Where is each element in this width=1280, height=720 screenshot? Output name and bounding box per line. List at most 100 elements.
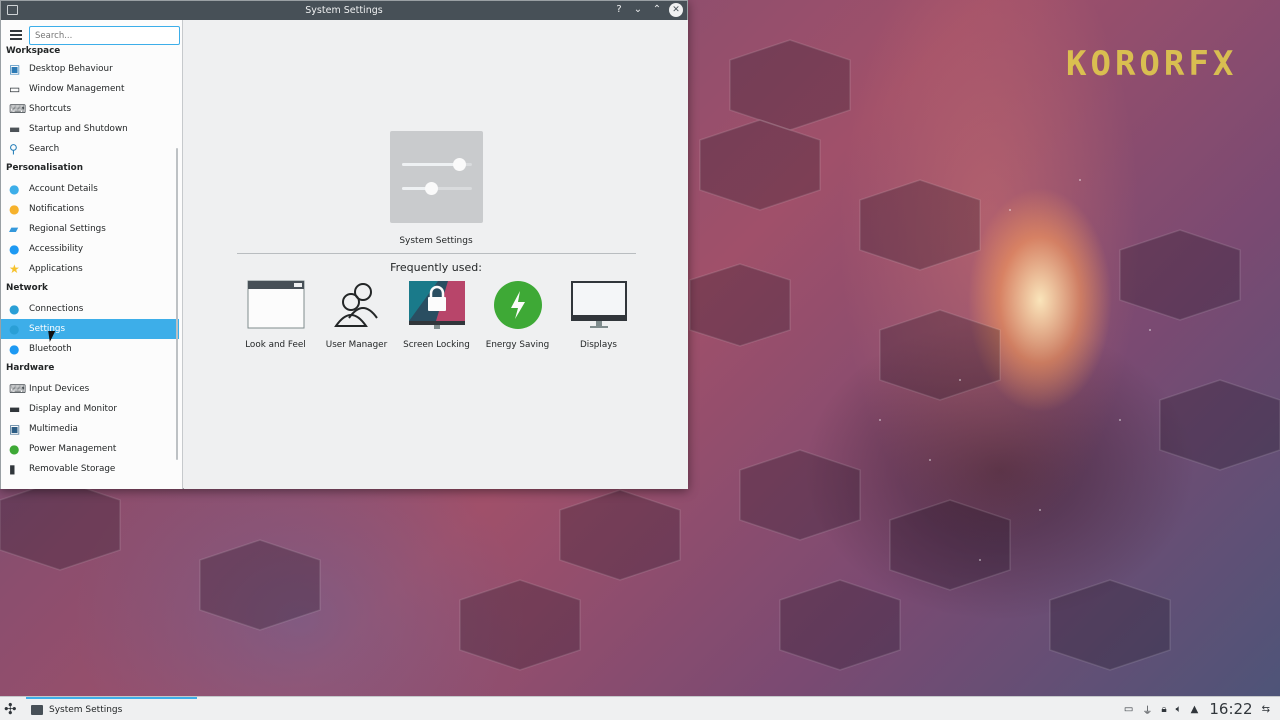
sidebar-item-accessibility[interactable]: ● Accessibility [1,239,179,259]
sidebar-item-label: Settings [29,324,66,334]
mouse-cursor [48,331,57,342]
tile-label: Look and Feel [245,340,306,350]
system-tray: ▭ ⏚ 🔒︎ 🔈︎ ▲ 16:22 ⇆ [1124,700,1270,718]
sidebar-item-search[interactable]: ⚲ Search [1,139,179,159]
main-header-label: System Settings [399,236,473,246]
window-titlebar[interactable]: System Settings ? ⌄ ⌃ ✕ [1,1,687,20]
bluetooth-icon: ● [9,341,20,356]
search-input[interactable] [29,26,180,45]
sidebar-item-regional-settings[interactable]: ▰ Regional Settings [1,219,179,239]
maximize-button[interactable]: ⌃ [650,3,664,17]
wallpaper-logo: KORORFX [1066,44,1238,84]
sidebar-item-label: Startup and Shutdown [29,124,128,134]
flag-icon: ▰ [9,221,19,236]
usb-tray-icon[interactable]: ⏚ [1142,702,1152,717]
display-icon [570,280,628,330]
monitor-icon: ▬ [9,401,21,416]
multimedia-icon: ▣ [9,421,21,436]
taskbar: ✣ System Settings ▭ ⏚ 🔒︎ 🔈︎ ▲ 16:22 ⇆ [0,696,1280,720]
volume-tray-icon[interactable]: 🔈︎ [1176,704,1182,715]
search-icon: ⚲ [9,141,18,156]
sidebar-item-input-devices[interactable]: ⌨ Input Devices [1,379,179,399]
sidebar-item-label: Shortcuts [29,104,72,114]
sidebar-item-multimedia[interactable]: ▣ Multimedia [1,419,179,439]
sidebar-item-label: Accessibility [29,244,84,254]
window-title: System Settings [305,5,383,16]
tile-label: Screen Locking [403,340,470,350]
globe-icon: ● [9,321,20,336]
panel-settings-icon[interactable]: ⇆ [1262,704,1270,715]
system-settings-large-icon [390,131,483,223]
sidebar-item-label: Regional Settings [29,224,106,234]
sidebar-scrollbar[interactable] [176,148,178,460]
task-system-settings[interactable]: System Settings [26,697,197,720]
sidebar: Workspace ▣ Desktop Behaviour ▭ Window Manag… [1,20,183,489]
sidebar-item-bluetooth[interactable]: ● Bluetooth [1,339,179,359]
hamburger-menu-icon[interactable] [10,30,22,43]
user-icon: ● [9,181,20,196]
sidebar-item-label: Window Management [29,84,125,94]
sidebar-item-display-and-monitor[interactable]: ▬ Display and Monitor [1,399,179,419]
clock[interactable]: 16:22 [1209,700,1252,718]
monitor-icon: ▬ [9,121,21,136]
sidebar-item-label: Bluetooth [29,344,72,354]
category-list: Workspace ▣ Desktop Behaviour ▭ Window Manag… [1,46,182,479]
screen-lock-icon [408,280,466,330]
sidebar-item-desktop-behaviour[interactable]: ▣ Desktop Behaviour [1,59,179,79]
sidebar-item-label: Applications [29,264,83,274]
sidebar-item-notifications[interactable]: ● Notifications [1,199,179,219]
tile-energy-saving[interactable]: Energy Saving [477,280,558,350]
lock-tray-icon[interactable]: 🔒︎ [1161,704,1166,715]
sidebar-item-startup-and-shutdown[interactable]: ▬ Startup and Shutdown [1,119,179,139]
sidebar-item-label: Connections [29,304,84,314]
sidebar-item-window-management[interactable]: ▭ Window Management [1,79,179,99]
bell-icon: ● [9,201,20,216]
system-settings-window: System Settings ? ⌄ ⌃ ✕ Workspace ▣ Deskto… [0,0,688,489]
sidebar-item-connections[interactable]: ● Connections [1,299,179,319]
tile-label: User Manager [325,340,388,350]
minimize-button[interactable]: ⌄ [631,3,645,17]
globe-icon: ● [9,301,20,316]
display-tray-icon[interactable]: ▭ [1124,704,1133,715]
sidebar-item-shortcuts[interactable]: ⌨ Shortcuts [1,99,179,119]
application-launcher-icon[interactable]: ✣ [4,701,20,717]
user-manager-icon [328,280,386,330]
star-icon: ★ [9,261,20,276]
tile-look-and-feel[interactable]: Look and Feel [235,280,316,350]
main-panel: System Settings Frequently used: Look an… [184,20,688,489]
sidebar-item-label: Search [29,144,60,154]
sidebar-item-label: Display and Monitor [29,404,118,414]
sidebar-item-settings[interactable]: ● Settings [1,319,179,339]
close-button[interactable]: ✕ [669,3,683,17]
sidebar-item-label: Notifications [29,204,85,214]
task-label: System Settings [49,704,123,715]
sidebar-item-removable-storage[interactable]: ▮ Removable Storage [1,459,179,479]
tile-user-manager[interactable]: User Manager [316,280,397,350]
desktop-icon: ▣ [9,61,21,76]
sidebar-item-label: Input Devices [29,384,90,394]
accessibility-icon: ● [9,241,20,256]
window-icon [31,704,43,715]
category-personalisation: Personalisation [6,163,83,173]
sidebar-item-label: Account Details [29,184,98,194]
help-button[interactable]: ? [612,3,626,17]
sidebar-item-power-management[interactable]: ● Power Management [1,439,179,459]
sidebar-item-label: Desktop Behaviour [29,64,113,74]
category-hardware: Hardware [6,363,55,373]
frequently-used-heading: Frequently used: [390,261,482,274]
sidebar-item-account-details[interactable]: ● Account Details [1,179,179,199]
tile-label: Energy Saving [485,340,550,350]
battery-icon: ● [9,441,20,456]
sidebar-item-label: Multimedia [29,424,78,434]
category-workspace: Workspace [6,46,61,56]
category-network: Network [6,283,48,293]
tile-displays[interactable]: Displays [558,280,639,350]
expand-tray-icon[interactable]: ▲ [1191,704,1199,715]
look-and-feel-icon [247,280,305,330]
keyboard-icon: ⌨ [9,381,27,396]
keyboard-icon: ⌨ [9,101,27,116]
tile-label: Displays [579,340,617,350]
sidebar-item-applications[interactable]: ★ Applications [1,259,179,279]
tile-screen-locking[interactable]: Screen Locking [396,280,477,350]
divider [237,253,636,254]
